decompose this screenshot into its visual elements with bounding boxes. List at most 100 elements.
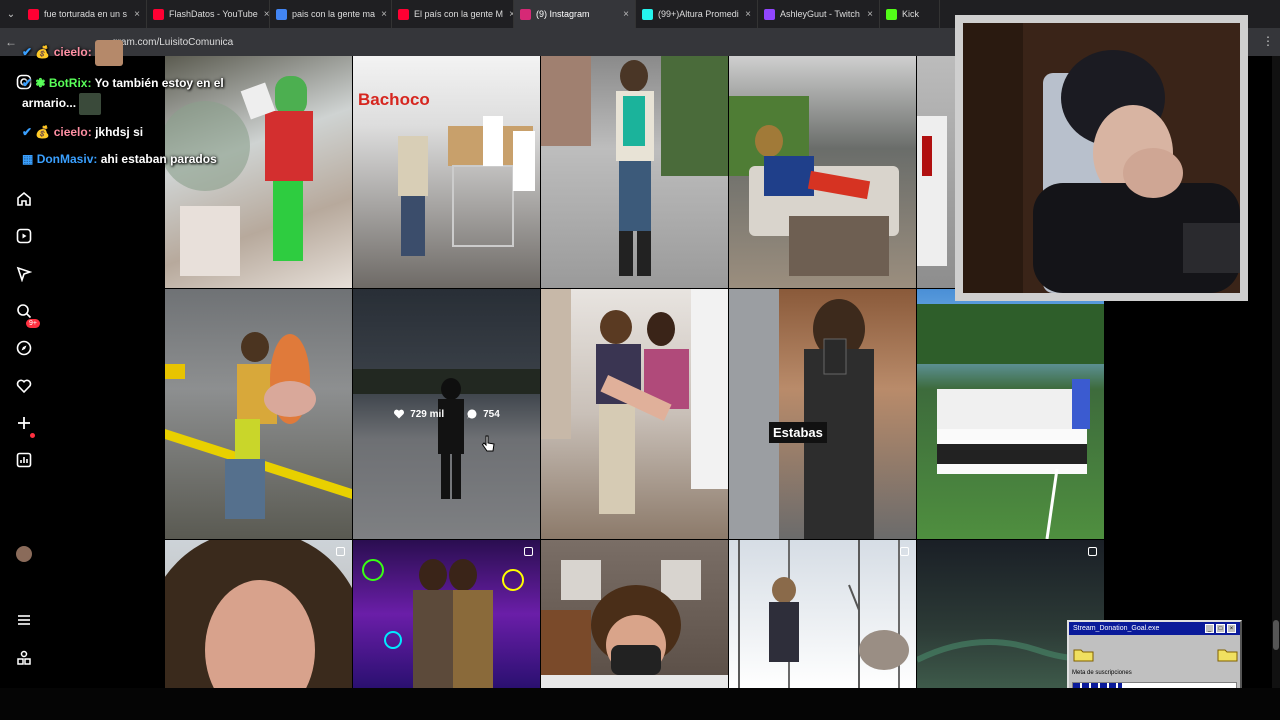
folder-open-icon xyxy=(1073,649,1094,662)
tab-close-icon[interactable]: × xyxy=(503,9,513,20)
messages-icon[interactable] xyxy=(14,264,34,284)
tab-close-icon[interactable]: × xyxy=(258,9,269,20)
tab-close-icon[interactable]: × xyxy=(739,9,751,20)
post-image xyxy=(729,289,874,539)
dashboard-icon[interactable] xyxy=(14,450,34,470)
browser-tab[interactable]: (99+)Altura Promedi × xyxy=(636,0,758,28)
reels-icon[interactable] xyxy=(14,226,34,246)
post-couple-mirror[interactable] xyxy=(541,289,728,539)
heart-icon xyxy=(394,409,405,419)
post-neon-party[interactable] xyxy=(353,540,540,688)
create-plus-icon[interactable] xyxy=(14,413,34,433)
page-scrollbar[interactable] xyxy=(1272,56,1280,688)
verified-icon: ✔ xyxy=(22,45,33,60)
tab-label: Kick xyxy=(902,9,920,19)
browser-tab[interactable]: AshleyGuut - Twitch × xyxy=(758,0,880,28)
tab-close-icon[interactable]: × xyxy=(861,9,873,20)
tab-label: AshleyGuut - Twitch xyxy=(780,9,860,19)
maximize-icon: □ xyxy=(1216,624,1225,633)
reel-caption-text: Estabas xyxy=(769,422,827,443)
tab-close-icon[interactable]: × xyxy=(128,9,140,20)
tab-favicon-icon xyxy=(520,8,531,20)
chat-message: ✔ 💰 cieelo: jkhdsj si xyxy=(22,122,252,142)
goal-label: Meta de suscripciones xyxy=(1072,670,1132,676)
chat-emote-icon xyxy=(79,93,102,115)
post-image xyxy=(917,304,1104,539)
webcam-image xyxy=(963,23,1240,293)
post-soccer-team[interactable] xyxy=(917,289,1104,539)
post-image xyxy=(541,56,728,276)
tab-favicon-icon xyxy=(886,8,897,20)
post-image xyxy=(398,116,535,256)
also-from-meta-icon[interactable] xyxy=(14,648,34,668)
comments-value: 754 xyxy=(483,408,500,420)
chat-username: cieelo: xyxy=(53,125,92,139)
browser-tab[interactable]: (9) Instagram × xyxy=(514,0,636,28)
tab-label: fue torturada en un s xyxy=(44,9,128,19)
bot-icon: ❃ xyxy=(35,76,46,90)
post-image xyxy=(165,332,352,519)
tab-close-icon[interactable]: × xyxy=(375,9,387,20)
profile-avatar[interactable] xyxy=(16,546,32,562)
chat-message: ▦ DonMasiv: ahi estaban parados xyxy=(22,149,252,169)
more-options-icon[interactable]: ⋮ xyxy=(1262,34,1274,48)
chat-text: ahi estaban parados xyxy=(100,152,217,166)
browser-tab[interactable]: FlashDatos - YouTube × xyxy=(147,0,270,28)
browser-tab[interactable]: Kick xyxy=(880,0,940,28)
tab-search-icon[interactable]: ⌄ xyxy=(0,9,22,20)
page-scrollbar-thumb[interactable] xyxy=(1273,620,1279,650)
folder-icon xyxy=(1217,649,1238,662)
chat-username: DonMasiv: xyxy=(36,152,98,166)
widget-titlebar: Stream_Donation_Goal.exe _ □ × xyxy=(1069,622,1240,635)
browser-tab[interactable]: fue torturada en un s × xyxy=(22,0,147,28)
donation-goal-widget: Stream_Donation_Goal.exe _ □ × Meta de s… xyxy=(1067,620,1242,698)
post-image xyxy=(738,540,909,688)
post-snow-hovered[interactable]: 729 mil 754 xyxy=(353,289,540,539)
carousel-icon xyxy=(336,547,345,556)
chat-username: cieelo: xyxy=(53,45,92,60)
streamer-webcam xyxy=(955,15,1248,301)
moneybag-icon: 💰 xyxy=(35,45,51,60)
post-bachoco[interactable]: Bachoco xyxy=(353,56,540,288)
carousel-icon xyxy=(900,547,909,556)
post-reindeer[interactable] xyxy=(729,540,916,688)
widget-title: Stream_Donation_Goal.exe xyxy=(1073,625,1160,632)
post-airplane[interactable] xyxy=(541,540,728,688)
post-airport[interactable] xyxy=(165,289,352,539)
likes-count: 729 mil xyxy=(393,408,444,420)
chat-emote-icon xyxy=(95,40,124,66)
carousel-icon xyxy=(524,547,533,556)
tab-favicon-icon xyxy=(153,8,164,20)
menu-icon[interactable] xyxy=(14,610,34,630)
home-icon[interactable] xyxy=(14,189,34,209)
post-image xyxy=(729,96,899,276)
tab-close-icon[interactable]: × xyxy=(617,9,629,20)
tab-favicon-icon xyxy=(28,8,39,20)
browser-tab[interactable]: pais con la gente ma × xyxy=(270,0,392,28)
bottom-bar xyxy=(0,688,1280,720)
tab-label: pais con la gente ma xyxy=(292,9,376,19)
moneybag-icon: 💰 xyxy=(35,125,51,139)
notification-dot xyxy=(30,433,35,438)
hand-cursor-icon xyxy=(481,435,495,452)
search-icon[interactable] xyxy=(14,301,34,321)
verified-icon: ✔ xyxy=(22,76,33,90)
post-image xyxy=(362,559,524,688)
explore-icon[interactable] xyxy=(14,338,34,358)
post-selfie-hair[interactable] xyxy=(165,540,352,688)
post-street[interactable] xyxy=(541,56,728,288)
tab-favicon-icon xyxy=(276,8,287,20)
tab-label: FlashDatos - YouTube xyxy=(169,9,258,19)
back-icon[interactable]: ← xyxy=(0,35,22,49)
chat-message: ✔ ❃ BotRix: Yo también estoy en el armar… xyxy=(22,73,252,115)
comments-count: 754 xyxy=(466,408,500,420)
badge-icon: ▦ xyxy=(22,152,34,166)
likes-value: 729 mil xyxy=(410,408,445,420)
post-spiderman[interactable] xyxy=(729,56,916,288)
browser-tab[interactable]: El país con la gente M× xyxy=(392,0,514,28)
chat-text: jkhdsj si xyxy=(95,125,144,139)
post-image xyxy=(541,289,728,514)
notifications-heart-icon[interactable] xyxy=(14,376,34,396)
tab-favicon-icon xyxy=(642,8,653,20)
post-estabas[interactable]: Estabas xyxy=(729,289,916,539)
